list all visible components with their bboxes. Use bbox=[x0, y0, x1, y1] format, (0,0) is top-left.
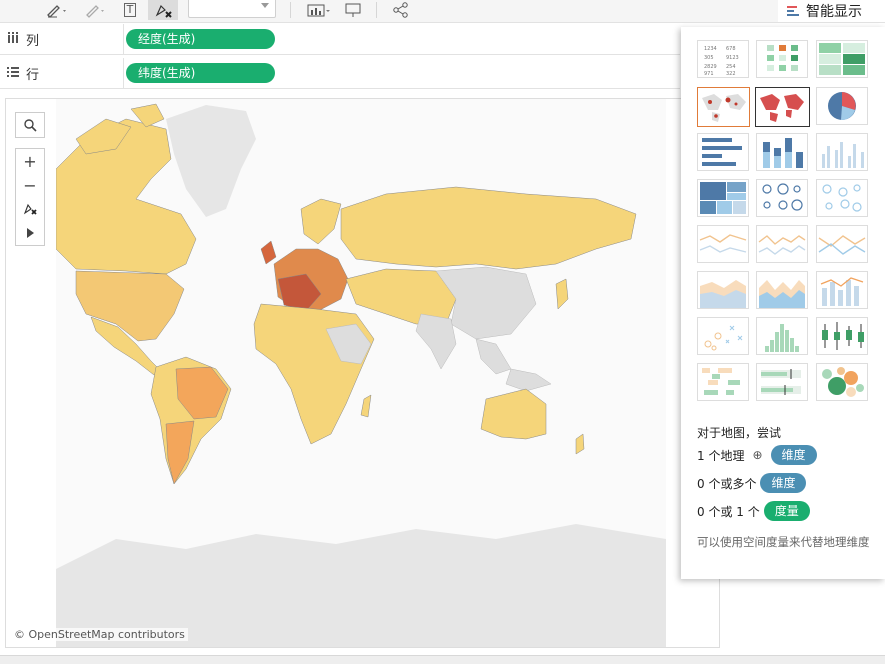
highlight-table-thumb[interactable] bbox=[816, 40, 868, 78]
svg-text:254: 254 bbox=[726, 64, 736, 70]
text-icon[interactable]: T bbox=[118, 0, 142, 20]
hint-row-measure: 0 个或 1 个 度量 bbox=[697, 501, 810, 521]
rows-icon bbox=[6, 65, 20, 79]
latitude-pill[interactable]: 纬度(生成) bbox=[126, 63, 275, 83]
gantt-thumb[interactable] bbox=[697, 363, 749, 401]
text-table-thumb[interactable]: 1234 678 305 9123 2829 254 971 322 bbox=[697, 40, 749, 78]
globe-icon: ⊕ bbox=[752, 448, 763, 462]
bullet-graph-thumb[interactable] bbox=[756, 363, 808, 401]
dual-lines-thumb[interactable] bbox=[816, 225, 868, 263]
map-search[interactable] bbox=[15, 112, 45, 138]
map-zoom-controls: + − bbox=[15, 148, 45, 246]
columns-shelf[interactable]: 列 经度(生成) bbox=[0, 24, 680, 55]
hint-title: 对于地图，尝试 bbox=[697, 426, 782, 440]
hint-count: 0 个或 1 个 bbox=[697, 504, 760, 519]
hint-row-dimensions: 0 个或多个 维度 bbox=[697, 473, 807, 493]
side-by-side-bars-thumb[interactable] bbox=[816, 133, 868, 171]
zoom-out-icon[interactable]: − bbox=[16, 173, 44, 197]
view-size-select[interactable] bbox=[188, 0, 276, 18]
expand-icon[interactable] bbox=[16, 221, 44, 245]
discrete-lines-thumb[interactable] bbox=[756, 225, 808, 263]
svg-text:1234: 1234 bbox=[704, 46, 717, 52]
share-icon[interactable] bbox=[388, 0, 414, 20]
svg-text:971: 971 bbox=[704, 71, 714, 77]
svg-text:678: 678 bbox=[726, 46, 736, 52]
circle-view-thumb[interactable] bbox=[756, 179, 808, 217]
rows-shelf[interactable]: 行 纬度(生成) bbox=[0, 58, 680, 89]
scatter-plot-thumb[interactable] bbox=[697, 317, 749, 355]
treemap-thumb[interactable] bbox=[697, 179, 749, 217]
filled-map-thumb[interactable] bbox=[755, 87, 810, 127]
pie-chart-thumb[interactable] bbox=[816, 87, 868, 125]
svg-text:9123: 9123 bbox=[726, 55, 739, 61]
highlight-icon[interactable] bbox=[40, 0, 74, 20]
rows-label: 行 bbox=[26, 68, 40, 83]
clear-pins-icon[interactable] bbox=[148, 0, 178, 20]
dimension-pill: 维度 bbox=[760, 473, 807, 493]
continuous-area-thumb[interactable] bbox=[697, 271, 749, 309]
stacked-bars-thumb[interactable] bbox=[756, 133, 808, 171]
symbol-map-thumb[interactable] bbox=[697, 87, 750, 127]
discrete-area-thumb[interactable] bbox=[756, 271, 808, 309]
zoom-in-icon[interactable]: + bbox=[16, 149, 44, 173]
hint-count: 0 个或多个 bbox=[697, 476, 757, 491]
svg-text:2829: 2829 bbox=[704, 64, 717, 70]
svg-text:305: 305 bbox=[704, 55, 714, 61]
measure-pill: 度量 bbox=[763, 501, 810, 521]
columns-label: 列 bbox=[26, 34, 40, 49]
present-icon[interactable] bbox=[340, 0, 366, 20]
dimension-pill: 维度 bbox=[770, 445, 817, 465]
dual-combination-thumb[interactable] bbox=[816, 271, 868, 309]
chart-icon[interactable] bbox=[302, 0, 336, 20]
toolbar: T 智能显示 bbox=[0, 0, 885, 23]
box-plot-thumb[interactable] bbox=[816, 317, 868, 355]
map-view[interactable]: + − © OpenStreetMap contributors bbox=[5, 98, 720, 648]
side-by-side-circles-thumb[interactable] bbox=[816, 179, 868, 217]
continuous-lines-thumb[interactable] bbox=[697, 225, 749, 263]
pin-icon[interactable] bbox=[16, 197, 44, 221]
map-attribution[interactable]: © OpenStreetMap contributors bbox=[11, 628, 188, 641]
columns-icon bbox=[6, 31, 20, 45]
annotate-icon[interactable] bbox=[78, 0, 112, 20]
hint-row-geo: 1 个地理 ⊕ 维度 bbox=[697, 445, 817, 465]
smart-show-icon bbox=[787, 6, 799, 16]
smart-show-label: 智能显示 bbox=[806, 4, 862, 20]
svg-text:322: 322 bbox=[726, 71, 736, 77]
smart-show-tab[interactable]: 智能显示 bbox=[778, 0, 885, 22]
smart-show-panel: 1234 678 305 9123 2829 254 971 322 对于地图，… bbox=[681, 27, 885, 579]
world-map[interactable] bbox=[55, 99, 666, 647]
hint-note: 可以使用空间度量来代替地理维度 bbox=[697, 535, 870, 549]
horizontal-bars-thumb[interactable] bbox=[697, 133, 749, 171]
hint-count: 1 个地理 bbox=[697, 448, 745, 463]
packed-bubbles-thumb[interactable] bbox=[816, 363, 868, 401]
heat-map-thumb[interactable] bbox=[756, 40, 808, 78]
longitude-pill[interactable]: 经度(生成) bbox=[126, 29, 275, 49]
histogram-thumb[interactable] bbox=[756, 317, 808, 355]
search-icon[interactable] bbox=[16, 113, 44, 137]
